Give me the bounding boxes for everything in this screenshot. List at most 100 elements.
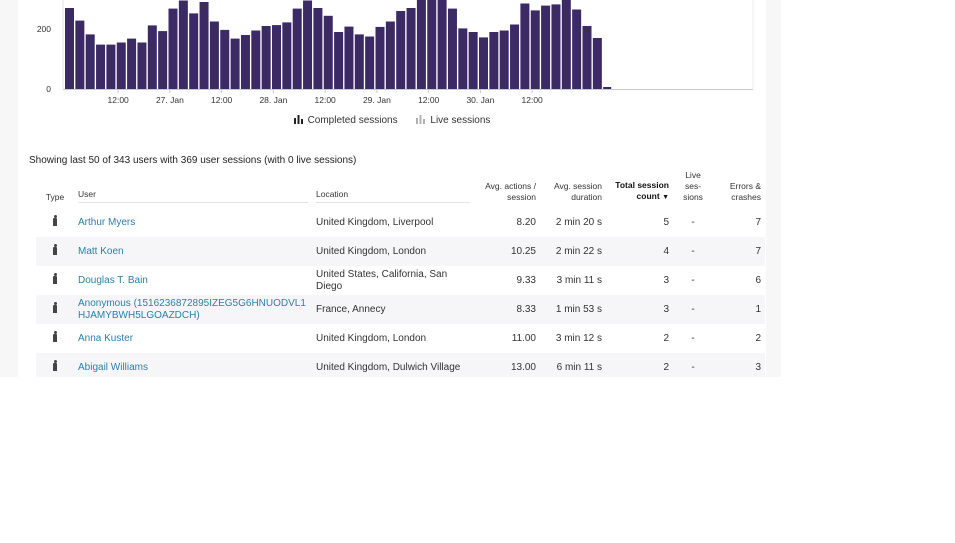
header-location[interactable]: Location: [312, 170, 474, 208]
bar-completed-sessions[interactable]: [303, 0, 313, 90]
bar-completed-sessions[interactable]: [406, 8, 416, 89]
user-link[interactable]: Abigail Williams: [78, 362, 148, 373]
bar-completed-sessions[interactable]: [240, 35, 250, 89]
table-row[interactable]: Arthur Myers United Kingdom, Liverpool 8.2…: [36, 208, 765, 237]
header-user-label: User: [78, 189, 308, 203]
header-user[interactable]: User: [74, 170, 312, 208]
bar-completed-sessions[interactable]: [168, 8, 178, 90]
header-location-label: Location: [316, 189, 470, 203]
chart-legend: Completed sessions Live sessions: [18, 115, 766, 126]
table-header-row: Type User Location Avg. actions / session…: [36, 170, 765, 208]
bar-completed-sessions[interactable]: [458, 28, 468, 89]
user-cell: Douglas T. Bain: [74, 266, 312, 295]
user-link[interactable]: Matt Koen: [78, 246, 124, 257]
bar-completed-sessions[interactable]: [334, 32, 344, 89]
avg-duration-cell: 3 min 11 s: [556, 274, 602, 286]
bar-completed-sessions[interactable]: [96, 44, 106, 89]
location-cell: United Kingdom, Dulwich Village: [312, 353, 474, 377]
table-row[interactable]: Anonymous (1516236872895IZEG5G6HNUODVL1H…: [36, 295, 765, 324]
header-avg-duration[interactable]: Avg. session duration: [540, 170, 606, 208]
bar-completed-sessions[interactable]: [313, 8, 323, 89]
bar-completed-sessions[interactable]: [520, 3, 530, 90]
header-errors-line1: Errors &: [729, 181, 761, 191]
bar-completed-sessions[interactable]: [230, 38, 240, 89]
table-row[interactable]: Douglas T. Bain United States, California…: [36, 266, 765, 295]
location-cell: France, Annecy: [312, 295, 474, 324]
bar-completed-sessions[interactable]: [479, 37, 488, 89]
bar-completed-sessions[interactable]: [199, 2, 209, 89]
bar-completed-sessions[interactable]: [251, 30, 261, 90]
bar-completed-sessions[interactable]: [592, 38, 602, 89]
table-row[interactable]: Matt Koen United Kingdom, London 10.25 2 mi…: [36, 237, 765, 266]
avg-duration-cell: 6 min 11 s: [540, 353, 606, 377]
live-sessions-marker: [603, 87, 612, 89]
bar-completed-sessions[interactable]: [261, 26, 271, 89]
x-tick-label: 12:00: [418, 95, 440, 105]
bar-completed-sessions[interactable]: [209, 21, 219, 90]
bar-completed-sessions[interactable]: [75, 20, 85, 90]
bar-completed-sessions[interactable]: [561, 0, 571, 89]
bar-completed-sessions[interactable]: [85, 34, 95, 89]
bar-completed-sessions[interactable]: [65, 8, 74, 89]
bar-completed-sessions[interactable]: [220, 29, 230, 89]
header-avg-actions[interactable]: Avg. actions / session: [474, 170, 540, 208]
user-link[interactable]: Anonymous (1516236872895IZEG5G6HNUODVL1H…: [78, 298, 306, 321]
x-tick-label: 28. Jan: [259, 95, 287, 105]
location-cell: United Kingdom, London: [312, 237, 474, 266]
bar-completed-sessions[interactable]: [365, 36, 375, 90]
bar-completed-sessions[interactable]: [396, 11, 406, 89]
bar-completed-sessions[interactable]: [354, 34, 364, 89]
live-sessions-cell: -: [673, 353, 713, 377]
bar-completed-sessions[interactable]: [541, 5, 551, 90]
bar-completed-sessions[interactable]: [499, 30, 509, 90]
bar-completed-sessions[interactable]: [178, 0, 188, 90]
bar-completed-sessions[interactable]: [158, 31, 168, 90]
bar-completed-sessions[interactable]: [510, 24, 520, 90]
bar-completed-sessions[interactable]: [272, 25, 281, 90]
header-avg-actions-line2: session: [507, 192, 536, 202]
bar-completed-sessions[interactable]: [437, 0, 447, 89]
user-link[interactable]: Douglas T. Bain: [78, 275, 148, 286]
bar-completed-sessions[interactable]: [385, 21, 395, 90]
errors-crashes-cell: 1: [713, 295, 765, 324]
bar-completed-sessions[interactable]: [416, 0, 426, 90]
legend-completed[interactable]: Completed sessions: [293, 115, 398, 126]
live-sessions-cell: -: [691, 274, 695, 286]
bar-completed-sessions[interactable]: [551, 4, 561, 89]
bar-completed-sessions[interactable]: [282, 22, 292, 89]
table-row[interactable]: Anna Kuster United Kingdom, London 11.00 3 …: [36, 324, 765, 353]
bar-completed-sessions[interactable]: [375, 26, 385, 89]
bar-completed-sessions[interactable]: [447, 8, 457, 90]
x-tick-label: 12:00: [211, 95, 233, 105]
x-tick-label: 30. Jan: [466, 95, 494, 105]
total-session-count-cell: 3: [663, 274, 669, 286]
bar-completed-sessions[interactable]: [582, 26, 592, 89]
legend-live[interactable]: Live sessions: [416, 115, 490, 126]
bar-completed-sessions[interactable]: [147, 25, 157, 89]
bar-completed-sessions[interactable]: [292, 8, 302, 90]
avg-actions-cell: 8.20: [516, 216, 536, 228]
header-errors-crashes[interactable]: Errors & crashes: [713, 170, 765, 208]
bar-completed-sessions[interactable]: [137, 42, 147, 90]
bar-completed-sessions[interactable]: [427, 0, 437, 89]
bar-completed-sessions[interactable]: [489, 32, 499, 89]
bar-completed-sessions[interactable]: [106, 44, 116, 89]
legend-completed-label: Completed sessions: [307, 115, 398, 126]
bar-completed-sessions[interactable]: [572, 9, 582, 90]
bar-completed-sessions[interactable]: [530, 10, 540, 89]
table-row[interactable]: Abigail Williams United Kingdom, Dulwich …: [36, 353, 765, 377]
bar-completed-sessions[interactable]: [344, 26, 354, 90]
user-link[interactable]: Arthur Myers: [78, 217, 135, 228]
bar-completed-sessions[interactable]: [127, 38, 137, 89]
bar-completed-sessions[interactable]: [468, 32, 478, 89]
header-type: Type: [45, 192, 65, 202]
header-live-sessions[interactable]: Live ses-sions: [673, 170, 713, 208]
bar-completed-sessions[interactable]: [189, 13, 199, 89]
errors-crashes-cell: 7: [755, 216, 761, 228]
bar-completed-sessions[interactable]: [116, 42, 126, 90]
user-link[interactable]: Anna Kuster: [78, 333, 133, 344]
errors-crashes-cell: 6: [755, 274, 761, 286]
location-cell: United Kingdom, Liverpool: [316, 216, 434, 228]
bar-completed-sessions[interactable]: [323, 15, 333, 89]
header-total-session-count[interactable]: Total session count ▼: [606, 170, 673, 208]
